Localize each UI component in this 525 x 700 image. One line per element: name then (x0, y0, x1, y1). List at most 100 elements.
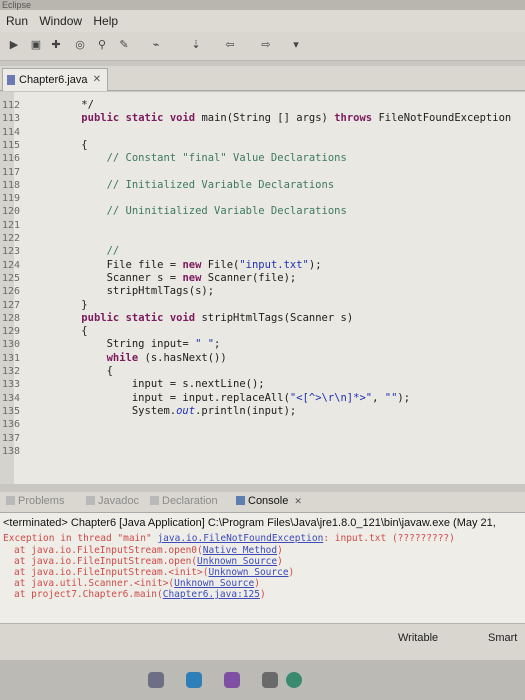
tab-problems-label: Problems (18, 495, 65, 507)
line-number: 134 (2, 392, 21, 404)
writable-status: Writable (398, 632, 439, 644)
dropdown-icon[interactable]: ▾ (290, 39, 302, 51)
java-file-icon (7, 75, 15, 86)
code-line: } (56, 298, 88, 311)
close-icon[interactable]: ✕ (93, 69, 101, 91)
code-line: // Constant "final" Value Declarations (56, 152, 347, 165)
line-number: 118 (2, 179, 21, 191)
code-line: */ (56, 99, 94, 111)
line-number: 120 (2, 206, 21, 218)
toolbar: ▶ ▣ ✚ ◎ ⚲ ✎ ⌁ ⇣ ⇦ ⇨ ▾ (0, 32, 525, 61)
taskbar (0, 660, 525, 700)
stack-trace-line: at java.io.FileInputStream.open0(Native … (14, 545, 283, 556)
taskbar-app-icon[interactable] (148, 672, 164, 688)
source-link[interactable]: Unknown Source (197, 556, 277, 567)
line-number: 128 (2, 312, 21, 324)
code-editor[interactable]: 112 113 114 115 116 117 118 119 120 121 122 123 124 1… (0, 92, 525, 577)
source-link[interactable]: Chapter6.java:125 (163, 589, 260, 600)
tab-chapter6-java[interactable]: Chapter6.java ✕ (2, 68, 108, 91)
annotation-icon[interactable]: ⌁ (150, 39, 162, 51)
line-number: 136 (2, 419, 21, 431)
taskbar-eclipse-icon[interactable] (224, 672, 240, 688)
line-number: 127 (2, 299, 21, 311)
console-terminated-line: <terminated> Chapter6 [Java Application]… (3, 517, 496, 529)
open-type-icon[interactable]: ◎ (74, 39, 86, 51)
line-number: 115 (2, 139, 21, 151)
window-title: Eclipse (0, 0, 525, 10)
code-line: System.out.println(input); (56, 404, 297, 417)
close-icon[interactable]: ✕ (294, 496, 302, 506)
tab-declaration[interactable]: Declaration (150, 495, 218, 507)
stack-trace-line: at java.util.Scanner.<init>(Unknown Sour… (14, 578, 260, 589)
source-link[interactable]: Native Method (203, 545, 277, 556)
tab-problems[interactable]: Problems (6, 495, 64, 507)
line-number: 138 (2, 445, 21, 457)
code-line: input = s.nextLine(); (56, 378, 265, 391)
line-number: 133 (2, 379, 21, 391)
code-line: { (56, 138, 88, 151)
exception-line: Exception in thread "main" java.io.FileN… (3, 533, 455, 544)
line-number: 130 (2, 339, 21, 351)
search-icon[interactable]: ⚲ (96, 39, 108, 51)
source-link[interactable]: Unknown Source (174, 578, 254, 589)
insert-mode-status: Smart (488, 632, 518, 644)
line-number: 129 (2, 326, 21, 338)
code-line: { (56, 325, 88, 338)
editor-tab-bar: Chapter6.java ✕ (0, 66, 525, 91)
tab-label: Chapter6.java (19, 74, 88, 86)
problems-icon (6, 496, 15, 505)
line-number: 113 (2, 113, 21, 125)
new-java-icon[interactable]: ✚ (50, 39, 62, 51)
stack-trace-line: at java.io.FileInputStream.<init>(Unknow… (14, 567, 295, 578)
line-number: 116 (2, 153, 21, 165)
line-number: 112 (2, 100, 21, 111)
code-line: Scanner s = new Scanner(file); (56, 271, 297, 284)
line-number: 137 (2, 432, 21, 444)
line-number: 132 (2, 366, 21, 377)
menu-run[interactable]: Run (6, 10, 28, 32)
source-link[interactable]: Unknown Source (208, 567, 288, 578)
tab-javadoc-label: Javadoc (98, 495, 139, 507)
line-number: 123 (2, 246, 21, 258)
taskbar-folder-icon[interactable] (186, 672, 202, 688)
taskbar-circle-icon[interactable] (286, 672, 302, 688)
tab-declaration-label: Declaration (162, 495, 218, 507)
line-number-gutter: 112 113 114 115 116 117 118 119 120 121 122 123 124 1… (0, 92, 56, 484)
code-line: while (s.hasNext()) (106, 351, 227, 364)
line-number: 131 (2, 352, 21, 364)
code-line: // Initialized Variable Declarations (56, 178, 335, 191)
menu-bar: Run Window Help (0, 10, 525, 32)
debug-icon[interactable]: ▶ (8, 39, 20, 51)
console-output[interactable]: <terminated> Chapter6 [Java Application]… (0, 513, 525, 623)
back-icon[interactable]: ⇦ (224, 39, 236, 51)
menu-window[interactable]: Window (39, 10, 82, 32)
javadoc-icon (86, 496, 95, 505)
tab-console[interactable]: Console ✕ (236, 495, 302, 507)
line-number: 122 (2, 233, 21, 244)
forward-icon[interactable]: ⇨ (260, 39, 272, 51)
exception-link[interactable]: java.io.FileNotFoundException (157, 533, 323, 544)
code-line: public static void main(String [] args) … (81, 112, 512, 125)
line-number: 126 (2, 286, 21, 298)
pencil-icon[interactable]: ✎ (118, 39, 130, 51)
line-number: 125 (2, 272, 21, 284)
next-annotation-icon[interactable]: ⇣ (190, 39, 202, 51)
code-line: // (56, 245, 120, 258)
line-number: 119 (2, 193, 21, 205)
run-icon[interactable]: ▣ (30, 39, 42, 51)
line-number: 114 (2, 126, 21, 138)
code-line: String input= " "; (56, 338, 221, 351)
line-number: 124 (2, 259, 21, 271)
code-line: stripHtmlTags(s); (56, 285, 215, 298)
code-line: public static void stripHtmlTags(Scanner… (81, 311, 354, 324)
stack-trace-line: at project7.Chapter6.main(Chapter6.java:… (14, 589, 266, 600)
tab-console-label: Console (248, 495, 289, 507)
line-number: 135 (2, 405, 21, 417)
code-line: // Uninitialized Variable Declarations (56, 205, 347, 218)
code-line: input = input.replaceAll("<[^>\r\n]*>", … (56, 391, 411, 404)
taskbar-window-icon[interactable] (262, 672, 278, 688)
tab-javadoc[interactable]: Javadoc (86, 495, 139, 507)
code-line: { (56, 365, 113, 377)
menu-help[interactable]: Help (93, 10, 118, 32)
stack-trace-line: at java.io.FileInputStream.open(Unknown … (14, 556, 283, 567)
